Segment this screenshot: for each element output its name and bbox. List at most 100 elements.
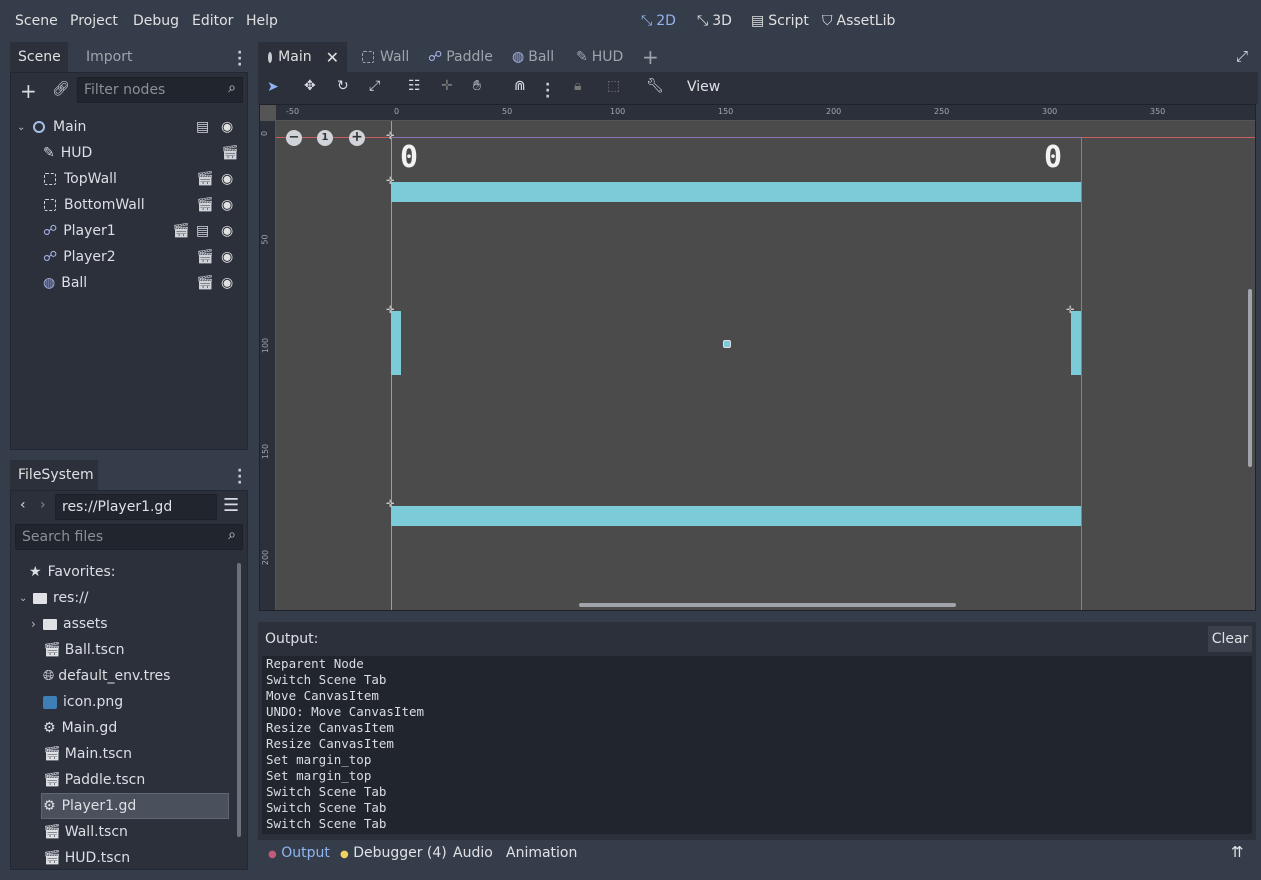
visibility-eye-icon[interactable]: ◉ (221, 249, 233, 265)
tab-scene[interactable]: Scene (10, 42, 68, 72)
tree-node-topwall[interactable]: TopWall 🎬︎ ◉ (11, 166, 243, 192)
bottom-tab-debugger[interactable]: ● Debugger (4) (340, 845, 447, 861)
tree-node-main[interactable]: ⌄ Main ▤ ◉ (11, 114, 243, 140)
distraction-free-icon[interactable]: ⤢ (1236, 47, 1248, 65)
group-icon[interactable]: ⬚ (607, 78, 620, 94)
tree-node-player1[interactable]: ☍ Player1 🎬︎ ▤ ◉ (11, 218, 243, 244)
rotate-tool-icon[interactable]: ↻ (337, 78, 349, 94)
score-left-label[interactable]: 0 (400, 141, 418, 175)
scene-tab-main[interactable]: Main ✕ (258, 42, 347, 72)
instanced-scene-icon[interactable]: 🎬︎ (196, 249, 214, 265)
link-icon[interactable]: 🔗︎ (52, 81, 70, 97)
bottom-tab-animation[interactable]: Animation (506, 845, 577, 861)
tab-import[interactable]: Import (78, 42, 140, 72)
file-item[interactable]: 🎬︎ HUD.tscn (15, 845, 237, 867)
lock-icon[interactable]: 🔒︎ (574, 78, 581, 94)
scene-tab-wall[interactable]: Wall (354, 42, 417, 72)
player1-paddle[interactable] (391, 311, 401, 375)
snap-icon[interactable]: ⋒ (514, 78, 526, 94)
list-select-icon[interactable]: ☷ (408, 78, 421, 94)
file-item[interactable]: 🌐︎ default_env.tres (15, 663, 237, 689)
chevron-right-icon[interactable]: › (31, 617, 43, 631)
menu-debug[interactable]: Debug (133, 13, 179, 29)
snap-options-icon[interactable]: · · · (545, 78, 550, 104)
close-tab-icon[interactable]: ✕ (326, 48, 339, 67)
visibility-eye-icon[interactable]: ◉ (221, 275, 233, 291)
bottom-wall[interactable] (391, 506, 1081, 526)
scene-tab-ball[interactable]: ◍ Ball (504, 42, 562, 72)
chevron-down-icon[interactable]: ⌄ (19, 593, 31, 604)
filesystem-menu-icon[interactable]: · · · (237, 464, 242, 490)
menu-project[interactable]: Project (70, 13, 118, 29)
scale-tool-icon[interactable]: ⤢ (369, 78, 380, 94)
search-files-input[interactable]: Search files ⌕ (15, 524, 243, 550)
instanced-scene-icon[interactable]: 🎬︎ (196, 171, 214, 187)
chevron-down-icon[interactable]: ⌄ (17, 122, 31, 133)
instanced-scene-icon[interactable]: 🎬︎ (196, 275, 214, 291)
root-folder[interactable]: ⌄ res:// (15, 585, 237, 611)
menu-help[interactable]: Help (246, 13, 278, 29)
add-node-icon[interactable]: + (20, 79, 37, 103)
visibility-eye-icon[interactable]: ◉ (221, 171, 233, 187)
workspace-3d[interactable]: ⤡ 3D (697, 13, 732, 29)
skeleton-bone-icon[interactable]: 🔧︎ (646, 78, 664, 94)
horizontal-scrollbar[interactable] (579, 603, 956, 607)
score-right-label[interactable]: 0 (1044, 141, 1062, 175)
file-tree-scrollbar[interactable] (237, 563, 241, 837)
pan-tool-icon[interactable]: ✋︎ (473, 78, 481, 94)
file-item[interactable]: 🎬︎ Main.tscn (15, 741, 237, 767)
file-item-assets[interactable]: › assets (15, 611, 237, 637)
visibility-eye-icon[interactable]: ◉ (221, 223, 233, 239)
menu-scene[interactable]: Scene (15, 13, 58, 29)
scene-tab-hud[interactable]: ✎ HUD (568, 42, 631, 72)
view-menu[interactable]: View (687, 79, 720, 95)
select-tool-icon[interactable]: ➤ (267, 79, 279, 95)
instanced-scene-icon[interactable]: 🎬︎ (221, 145, 239, 161)
scene-tab-paddle[interactable]: ☍ Paddle (420, 42, 501, 72)
instanced-scene-icon[interactable]: 🎬︎ (172, 223, 190, 239)
menu-editor[interactable]: Editor (192, 13, 233, 29)
zoom-in-button[interactable]: + (349, 130, 365, 146)
output-log[interactable]: Reparent Node Switch Scene Tab Move Canv… (262, 656, 1252, 834)
expand-bottom-panel-icon[interactable]: ⇈ (1231, 843, 1244, 861)
file-item[interactable]: 🎬︎ Wall.tscn (15, 819, 237, 845)
file-item[interactable]: 🎬︎ Ball.tscn (15, 637, 237, 663)
zoom-reset-button[interactable]: 1 (317, 130, 333, 146)
file-item-selected[interactable]: ⚙ Player1.gd (41, 793, 229, 819)
instanced-scene-icon[interactable]: 🎬︎ (196, 197, 214, 213)
file-item[interactable]: ⚙ Main.gd (15, 715, 237, 741)
canvas-viewport[interactable]: -50 0 50 100 150 200 250 300 350 0 50 10… (259, 104, 1256, 611)
file-item[interactable]: icon.png (15, 689, 237, 715)
path-field[interactable]: res://Player1.gd (55, 494, 217, 520)
pivot-tool-icon[interactable]: ✛ (441, 78, 453, 94)
script-icon[interactable]: ▤ (196, 223, 209, 239)
clear-button[interactable]: Clear (1208, 626, 1252, 652)
tree-node-player2[interactable]: ☍ Player2 🎬︎ ◉ (11, 244, 243, 270)
workspace-2d[interactable]: ⤡ 2D (641, 13, 676, 29)
file-item[interactable]: 🎬︎ Paddle.tscn (15, 767, 237, 793)
tab-filesystem[interactable]: FileSystem (10, 460, 98, 490)
favorites-item[interactable]: ★ Favorites: (15, 559, 237, 585)
scene-dock-menu-icon[interactable]: · · · (237, 46, 242, 72)
tree-node-ball[interactable]: ◍ Ball 🎬︎ ◉ (11, 270, 243, 296)
split-view-icon[interactable]: ☰ (223, 495, 239, 516)
bottom-tab-output[interactable]: ● Output (268, 845, 330, 861)
bottom-tab-audio[interactable]: Audio (453, 845, 493, 861)
tree-node-hud[interactable]: ✎ HUD 🎬︎ (11, 140, 243, 166)
top-wall[interactable] (391, 182, 1081, 202)
visibility-eye-icon[interactable]: ◉ (221, 197, 233, 213)
player2-paddle[interactable] (1071, 311, 1081, 375)
zoom-out-button[interactable]: − (286, 130, 302, 146)
workspace-script[interactable]: ▤ Script (751, 13, 809, 29)
visibility-eye-icon[interactable]: ◉ (221, 119, 233, 135)
tree-node-bottomwall[interactable]: BottomWall 🎬︎ ◉ (11, 192, 243, 218)
vertical-scrollbar[interactable] (1248, 289, 1252, 467)
script-icon[interactable]: ▤ (196, 119, 209, 135)
filter-nodes-input[interactable]: Filter nodes ⌕ (77, 77, 243, 103)
back-icon[interactable]: ‹ (20, 497, 26, 513)
workspace-assetlib[interactable]: ⛉ AssetLib (822, 13, 895, 29)
ball[interactable] (723, 340, 731, 348)
move-tool-icon[interactable]: ✥ (304, 78, 316, 94)
forward-icon[interactable]: › (40, 497, 46, 513)
new-scene-tab-icon[interactable]: + (642, 45, 659, 69)
